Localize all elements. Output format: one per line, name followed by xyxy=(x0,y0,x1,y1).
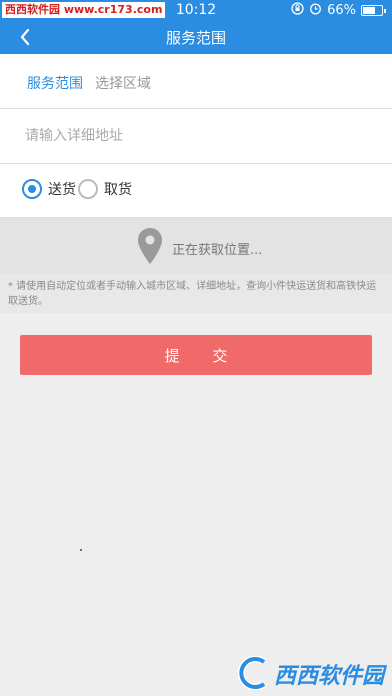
location-status-text: 正在获取位置... xyxy=(172,243,263,258)
page-title: 服务范围 xyxy=(165,29,226,47)
cr-logo-icon xyxy=(237,656,267,690)
radio-pickup-label: 取货 xyxy=(104,182,132,198)
address-row xyxy=(0,109,392,164)
alarm-icon xyxy=(309,2,322,19)
radio-deliver-label: 送货 xyxy=(48,182,76,198)
submit-button[interactable]: 提 交 xyxy=(20,335,372,375)
nav-bar: 服务范围 xyxy=(0,20,392,54)
select-area-picker[interactable]: 选择区域 xyxy=(95,73,151,93)
location-status: 正在获取位置... xyxy=(0,218,392,273)
radio-deliver[interactable]: 送货 xyxy=(22,179,76,199)
stray-dot xyxy=(80,549,82,551)
battery-icon xyxy=(361,5,383,16)
radio-unchecked-icon xyxy=(78,179,98,199)
logo-text: 西西软件园 xyxy=(273,664,384,689)
delivery-type-row: 送货 取货 xyxy=(0,164,392,218)
hint-text: * 请使用自动定位或者手动输入城市区域、详细地址，查询小件快运送货和高铁快运取送… xyxy=(0,273,392,313)
logo-watermark: 西西软件园 xyxy=(234,656,384,690)
location-pin-icon xyxy=(138,228,162,264)
radio-pickup[interactable]: 取货 xyxy=(78,179,132,199)
rotation-lock-icon xyxy=(291,2,304,19)
battery-cap-icon xyxy=(384,8,386,13)
radio-checked-icon xyxy=(22,179,42,199)
status-bar: 西西软件园 www.cr173.com 10:12 66% xyxy=(0,0,392,20)
address-input[interactable] xyxy=(25,123,365,149)
service-area-row[interactable]: 服务范围 选择区域 xyxy=(0,54,392,109)
status-right: 66% xyxy=(291,2,386,19)
battery-percent: 66% xyxy=(327,3,356,18)
service-area-label: 服务范围 xyxy=(27,76,83,92)
